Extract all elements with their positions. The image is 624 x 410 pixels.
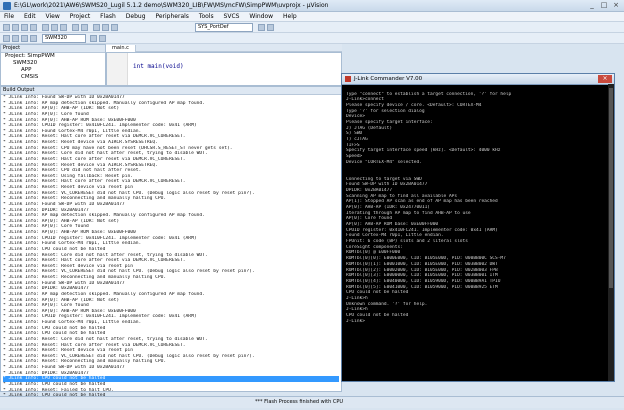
translate-icon[interactable] (3, 35, 10, 42)
save-icon[interactable] (21, 24, 28, 31)
menu-debug[interactable]: Debug (122, 12, 150, 21)
jlink-title: J-Link Commander V7.00 (354, 76, 423, 82)
menu-svcs[interactable]: SVCS (220, 12, 244, 21)
menu-project[interactable]: Project (66, 12, 95, 21)
status-message: *** Flash Process finished with CPU (255, 399, 344, 405)
menu-view[interactable]: View (42, 12, 64, 21)
open-file-icon[interactable] (12, 24, 19, 31)
window-title: E:\GL\work\2021\AW6\SWMS20_Lugil 5.1.2 d… (14, 2, 329, 9)
menu-edit[interactable]: Edit (20, 12, 40, 21)
target-combo[interactable]: SWM320 (42, 34, 86, 43)
menu-flash[interactable]: Flash (96, 12, 120, 21)
bookmark-icon[interactable] (102, 24, 109, 31)
function-combo[interactable]: SYS_PortDef (195, 23, 253, 32)
status-bar: *** Flash Process finished with CPU (0, 396, 624, 408)
menu-help[interactable]: Help (279, 12, 301, 21)
project-tree-root[interactable]: Project: SimpPWM (1, 53, 105, 60)
maximize-button[interactable]: □ (598, 1, 610, 10)
project-panel-header: Project (1, 45, 105, 53)
code-line: int main(void) (133, 63, 184, 70)
project-tree-group-app[interactable]: APP (1, 67, 105, 74)
jlink-commander-window[interactable]: J-Link Commander V7.00 × Type "connect" … (341, 73, 615, 382)
jlink-app-icon (345, 76, 351, 82)
rebuild-icon[interactable] (21, 35, 28, 42)
save-all-icon[interactable] (30, 24, 37, 31)
close-button[interactable]: × (610, 1, 622, 10)
copy-icon[interactable] (51, 24, 58, 31)
build-output-header: Build Output (1, 87, 341, 95)
manage-project-icon[interactable] (99, 35, 106, 42)
jlink-scrollbar[interactable] (608, 84, 614, 381)
editor-tab-bar: main.c (106, 44, 342, 52)
project-panel: Project Project: SimpPWM SWM320 APP CMSI… (0, 44, 106, 86)
menu-file[interactable]: File (0, 12, 18, 21)
tab-main-c[interactable]: main.c (106, 45, 136, 52)
editor-gutter (107, 53, 128, 85)
jlink-scroll-thumb[interactable] (609, 88, 613, 288)
new-file-icon[interactable] (3, 24, 10, 31)
jlink-console-lines: Type "connect" to establish a target con… (346, 86, 610, 324)
debug-start-icon[interactable] (258, 24, 265, 31)
project-tree-target[interactable]: SWM320 (1, 60, 105, 67)
code-editor[interactable]: int main(void) (106, 52, 342, 86)
paste-icon[interactable] (60, 24, 67, 31)
uvision-app-icon (3, 2, 11, 10)
project-tree-group-cmsis[interactable]: CMSIS (1, 74, 105, 81)
cut-icon[interactable] (42, 24, 49, 31)
build-output-lines: * JLink Info: Found SW-DP with ID 0x2BA0… (3, 95, 339, 410)
config-wizard-icon[interactable] (267, 24, 274, 31)
menu-window[interactable]: Window (245, 12, 277, 21)
title-bar: E:\GL\work\2021\AW6\SWMS20_Lugil 5.1.2 d… (0, 0, 624, 12)
indent-icon[interactable] (111, 24, 118, 31)
standard-toolbar: SYS_PortDef (0, 22, 624, 33)
download-icon[interactable] (30, 35, 37, 42)
find-icon[interactable] (93, 24, 100, 31)
target-options-icon[interactable] (90, 35, 97, 42)
menu-bar: File Edit View Project Flash Debug Perip… (0, 12, 624, 22)
build-output-panel: Build Output * JLink Info: Found SW-DP w… (0, 86, 342, 409)
minimize-button[interactable]: _ (586, 1, 598, 10)
menu-peripherals[interactable]: Peripherals (151, 12, 192, 21)
redo-icon[interactable] (81, 24, 88, 31)
build-toolbar: SWM320 (0, 33, 624, 44)
jlink-console-line: J-Link> (346, 318, 365, 324)
jlink-close-button[interactable]: × (598, 75, 612, 83)
build-icon[interactable] (12, 35, 19, 42)
undo-icon[interactable] (72, 24, 79, 31)
menu-tools[interactable]: Tools (195, 12, 218, 21)
jlink-title-bar[interactable]: J-Link Commander V7.00 × (342, 74, 614, 85)
